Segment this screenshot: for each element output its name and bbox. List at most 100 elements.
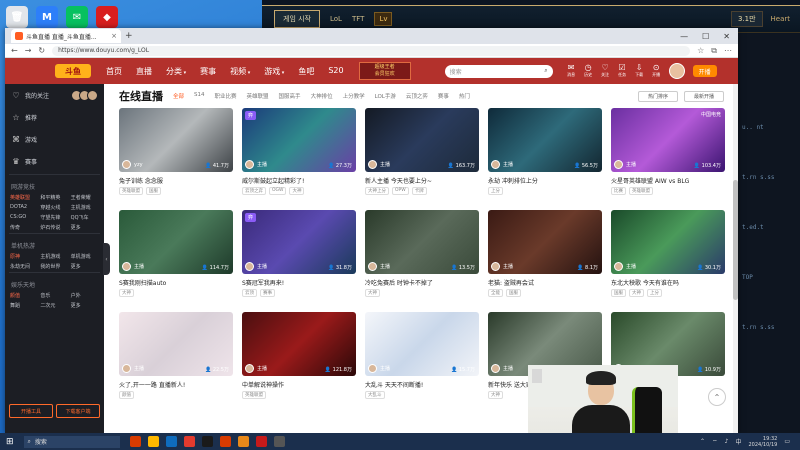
scroll-to-top-button[interactable]: ⌃ bbox=[708, 388, 726, 406]
sidebar-category-link[interactable]: 主机游戏 bbox=[40, 253, 68, 260]
room-tag[interactable]: 大神 bbox=[289, 187, 305, 195]
room-title[interactable]: 老猫: 盗贼再会试 bbox=[488, 278, 602, 286]
live-thumbnail[interactable]: 主播 👤 121.8万 bbox=[242, 312, 356, 376]
game-tab-lol[interactable]: LoL bbox=[330, 15, 342, 23]
taskbar-app-icon[interactable] bbox=[147, 436, 159, 447]
filter-tab-1[interactable]: S14 bbox=[194, 92, 205, 100]
room-tag[interactable]: OPW bbox=[392, 187, 409, 195]
sidebar-category-link[interactable]: 主机游戏 bbox=[71, 204, 99, 211]
filter-tab-9[interactable]: 赛事 bbox=[438, 92, 449, 100]
download-icon[interactable]: ⇩ 下载 bbox=[631, 64, 648, 78]
taskbar-app-icon[interactable] bbox=[183, 436, 195, 447]
filter-tab-8[interactable]: 云顶之弈 bbox=[406, 92, 428, 100]
room-title[interactable]: 新人主播 今天也要上分~ bbox=[365, 176, 479, 184]
browser-tab-active[interactable]: 斗鱼直播 直播_斗鱼直播... × bbox=[11, 29, 121, 43]
room-tag[interactable]: 大神 bbox=[119, 289, 134, 297]
live-thumbnail[interactable]: 主播 👤 22.5万 bbox=[119, 312, 233, 376]
live-thumbnail[interactable]: 主播 👤 163.7万 bbox=[365, 108, 479, 172]
live-room-card[interactable]: 主播 👤 121.8万 中单解说神操作 英雄联盟 bbox=[242, 312, 356, 409]
room-title[interactable]: S赛冠军我再来! bbox=[242, 278, 356, 286]
sidebar-category-link[interactable]: 穿越火线 bbox=[40, 204, 68, 211]
live-room-card[interactable]: 主播 👤 22.5万 火了,开一一路 直播新人! 颜值 bbox=[119, 312, 233, 409]
room-title[interactable]: 永劫 冲刺排位上分 bbox=[488, 176, 602, 184]
room-title[interactable]: 兔子训练 念念服 bbox=[119, 176, 233, 184]
tab-close-icon[interactable]: × bbox=[111, 32, 117, 40]
live-room-card[interactable]: 弈主播 👤 27.3万威尔斯鼓起立起精彩了! 云顶之弈 OGW 大神 bbox=[242, 108, 356, 205]
live-room-card[interactable]: yzy 👤 41.7万 兔子训练 念念服 英雄联盟 国服 bbox=[119, 108, 233, 205]
room-title[interactable]: 火星哥英雄联盟 AIW vs BLG bbox=[611, 176, 725, 184]
room-tag[interactable]: 云顶之弈 bbox=[242, 187, 266, 195]
recycle-bin-icon[interactable]: 🗑 bbox=[6, 6, 28, 28]
sidebar-category-link[interactable]: 户外 bbox=[71, 292, 99, 299]
scrollbar-thumb[interactable] bbox=[733, 180, 738, 300]
live-thumbnail[interactable]: 中国电竞 主播 👤 103.4万 bbox=[611, 108, 725, 172]
room-tag[interactable]: 比赛 bbox=[611, 187, 626, 195]
close-window-icon[interactable]: ✕ bbox=[723, 32, 730, 41]
room-title[interactable]: 火了,开一一路 直播新人! bbox=[119, 380, 233, 388]
nav-item-5[interactable]: 游戏 ▾ bbox=[257, 66, 291, 77]
live-thumbnail[interactable]: 弈主播 👤 31.8万 bbox=[242, 210, 356, 274]
sidebar-category-link[interactable]: 更多 bbox=[71, 263, 99, 270]
nav-item-0[interactable]: 首页 bbox=[99, 66, 129, 77]
live-thumbnail[interactable]: 主播 👤 8.1万 bbox=[488, 210, 602, 274]
live-thumbnail[interactable]: 主播 👤 13.5万 bbox=[365, 210, 479, 274]
live-room-card[interactable]: 中国电竞 主播 👤 103.4万 火星哥英雄联盟 AIW vs BLG 比赛 英雄联盟 bbox=[611, 108, 725, 205]
game-launcher-icon[interactable]: ◆ bbox=[96, 6, 118, 28]
room-tag[interactable]: 赛事 bbox=[260, 289, 275, 297]
live-thumbnail[interactable]: yzy 👤 41.7万 bbox=[119, 108, 233, 172]
nav-item-3[interactable]: 赛事 bbox=[193, 66, 223, 77]
sidebar-item-1[interactable]: ☆ 推荐 bbox=[5, 106, 104, 128]
location-icon[interactable]: ⊙ 开播 bbox=[648, 64, 665, 78]
page-scrollbar[interactable] bbox=[733, 84, 738, 434]
sidebar-category-link[interactable]: 二次元 bbox=[40, 302, 68, 309]
sidebar-category-link[interactable]: 舞蹈 bbox=[10, 302, 38, 309]
sidebar-category-link[interactable]: 我的世界 bbox=[40, 263, 68, 270]
live-room-card[interactable]: 主播 👤 15.7万 大乱斗 天天不间断播! 大乱斗 bbox=[365, 312, 479, 409]
sidebar-category-link[interactable]: CS:GO bbox=[10, 214, 38, 221]
minimize-icon[interactable]: — bbox=[680, 32, 688, 41]
new-tab-button[interactable]: + bbox=[125, 31, 133, 41]
sidebar-category-link[interactable]: DOTA2 bbox=[10, 204, 38, 211]
sidebar-category-link[interactable]: QQ飞车 bbox=[71, 214, 99, 221]
game-username[interactable]: Heart bbox=[771, 15, 790, 23]
filter-tab-10[interactable]: 热门 bbox=[459, 92, 470, 100]
volume-icon[interactable]: ♪ bbox=[725, 438, 729, 445]
room-title[interactable]: 冷吃兔赛后 时钟卡不掉了 bbox=[365, 278, 479, 286]
room-tag[interactable]: 英雄联盟 bbox=[119, 187, 143, 195]
sidebar-category-link[interactable]: 颜值 bbox=[10, 292, 38, 299]
tray-up-arrow-icon[interactable]: ⌃ bbox=[700, 438, 705, 445]
taskbar-app-icon[interactable] bbox=[129, 436, 141, 447]
room-tag[interactable]: 云顶 bbox=[242, 289, 257, 297]
sidebar-category-link[interactable]: 和平精英 bbox=[40, 194, 68, 201]
network-icon[interactable]: ⌔ bbox=[712, 438, 718, 446]
game-play-button[interactable]: 게임 시작 bbox=[274, 10, 320, 28]
room-tag[interactable]: 大乱斗 bbox=[365, 391, 385, 399]
room-tag[interactable]: 大神 bbox=[365, 289, 380, 297]
sidebar-category-link[interactable]: 单机游戏 bbox=[71, 253, 99, 260]
room-tag[interactable]: OGW bbox=[269, 187, 287, 195]
live-thumbnail[interactable]: 主播 👤 56.5万 bbox=[488, 108, 602, 172]
game-currency[interactable]: 3.1만 bbox=[730, 11, 763, 27]
user-avatar[interactable] bbox=[668, 63, 685, 79]
live-thumbnail[interactable]: 主播 👤 114.7万 bbox=[119, 210, 233, 274]
live-room-card[interactable]: 主播 👤 163.7万 新人主播 今天也要上分~ 大神上分 OPW 卡牌 bbox=[365, 108, 479, 205]
room-title[interactable]: 大乱斗 天天不间断播! bbox=[365, 380, 479, 388]
sidebar-category-link[interactable]: 原神 bbox=[10, 253, 38, 260]
sort-new-button[interactable]: 最新开播 bbox=[684, 90, 724, 102]
start-live-button[interactable]: 开播 bbox=[692, 65, 717, 77]
task-icon[interactable]: ☑ 任务 bbox=[614, 64, 631, 78]
desktop-app-icon[interactable]: M bbox=[36, 6, 58, 28]
room-title[interactable]: 威尔斯鼓起立起精彩了! bbox=[242, 176, 356, 184]
room-tag[interactable]: 国服 bbox=[506, 289, 521, 297]
nav-item-7[interactable]: S20 bbox=[321, 66, 350, 77]
taskbar-clock[interactable]: 19:32 2024/10/19 bbox=[749, 436, 778, 448]
history-icon[interactable]: ◷ 历史 bbox=[580, 64, 597, 78]
back-icon[interactable]: ← bbox=[11, 46, 18, 55]
nav-item-4[interactable]: 视频 ▾ bbox=[223, 66, 257, 77]
live-room-card[interactable]: 主播 👤 114.7万 S赛我刚扫描auto 大神 bbox=[119, 210, 233, 307]
live-thumbnail[interactable]: 弈主播 👤 27.3万 bbox=[242, 108, 356, 172]
taskbar-search-input[interactable]: ⌕ 搜索 bbox=[23, 435, 120, 448]
sidebar-item-3[interactable]: ♛ 赛事 bbox=[5, 150, 104, 172]
extensions-icon[interactable]: ⧉ bbox=[711, 46, 717, 56]
nav-item-6[interactable]: 鱼吧 bbox=[291, 66, 321, 77]
